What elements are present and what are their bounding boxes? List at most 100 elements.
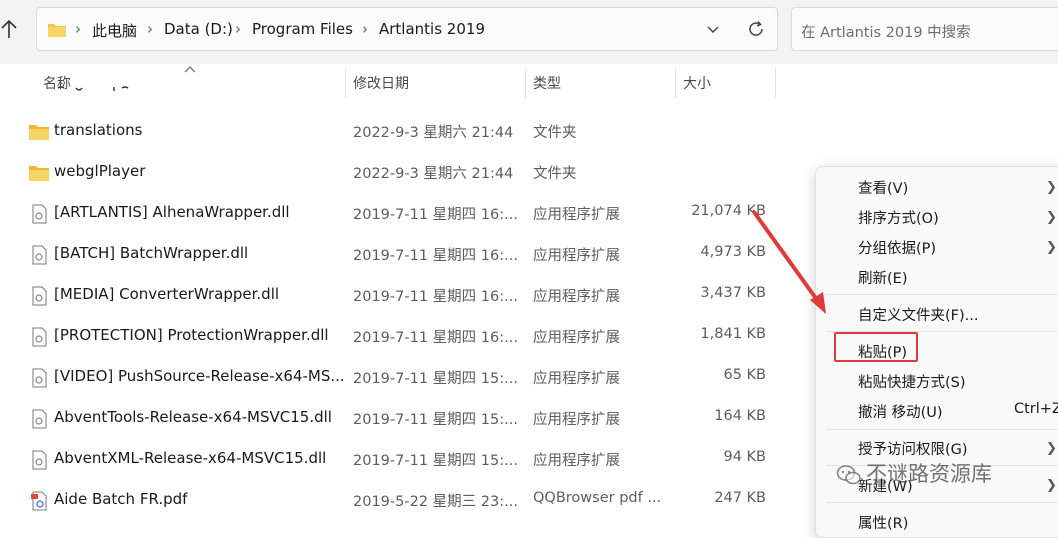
column-divider[interactable] bbox=[675, 68, 676, 98]
file-type: 文件夹 bbox=[533, 125, 577, 141]
file-size: 65 KB bbox=[723, 367, 766, 383]
file-name: translations bbox=[54, 121, 143, 139]
folder-icon bbox=[29, 166, 49, 181]
menu-separator bbox=[826, 429, 1058, 430]
dll-file-icon bbox=[32, 368, 47, 388]
menu-item-label: 粘贴快捷方式(S) bbox=[858, 375, 966, 391]
dll-file-icon bbox=[32, 245, 47, 265]
chevron-right-icon: ❯ bbox=[1046, 478, 1057, 493]
file-type: 文件夹 bbox=[533, 166, 577, 182]
file-row[interactable]: [BATCH] BatchWrapper.dll 2019-7-11 星期四 1… bbox=[0, 234, 800, 275]
menu-item-undo-move[interactable]: 撤消 移动(U) Ctrl+Z bbox=[816, 396, 1058, 426]
file-date: 2019-7-11 星期四 15:... bbox=[353, 371, 518, 387]
menu-item-customize-folder[interactable]: 自定义文件夹(F)... bbox=[816, 299, 1058, 329]
file-date: 2019-7-11 星期四 15:... bbox=[353, 453, 518, 469]
file-row[interactable]: [VIDEO] PushSource-Release-x64-MS... 201… bbox=[0, 357, 800, 398]
chevron-right-icon: ❯ bbox=[1046, 441, 1057, 456]
menu-item-paste-shortcut[interactable]: 粘贴快捷方式(S) bbox=[816, 366, 1058, 396]
scrolled-row-fragment bbox=[57, 86, 129, 91]
menu-item-label: 排序方式(O) bbox=[858, 211, 939, 227]
refresh-icon[interactable] bbox=[746, 19, 766, 39]
file-size: 94 KB bbox=[723, 449, 766, 465]
column-divider[interactable] bbox=[345, 68, 346, 98]
search-input[interactable]: 在 Artlantis 2019 中搜索 bbox=[791, 7, 1058, 51]
wechat-icon bbox=[836, 465, 861, 485]
file-size: 247 KB bbox=[714, 490, 766, 506]
navigation-bar: › 此电脑 › Data (D:) › Program Files › Artl… bbox=[0, 0, 1058, 64]
file-row[interactable]: Aide Batch FR.pdf 2019-5-22 星期三 23:... Q… bbox=[0, 480, 800, 521]
menu-item-group-by[interactable]: 分组依据(P) ❯ bbox=[816, 232, 1058, 262]
file-name: AbventTools-Release-x64-MSVC15.dll bbox=[54, 408, 332, 426]
file-name: webglPlayer bbox=[54, 162, 146, 180]
file-name: Aide Batch FR.pdf bbox=[54, 490, 188, 508]
watermark: 不谜路资源库 bbox=[836, 458, 1036, 494]
dll-file-icon bbox=[32, 286, 47, 306]
menu-item-view[interactable]: 查看(V) ❯ bbox=[816, 172, 1058, 202]
menu-item-label: 刷新(E) bbox=[858, 271, 908, 287]
up-arrow-icon[interactable] bbox=[0, 18, 18, 40]
file-name: [VIDEO] PushSource-Release-x64-MS... bbox=[54, 367, 345, 385]
column-divider[interactable] bbox=[525, 68, 526, 98]
file-date: 2022-9-3 星期六 21:44 bbox=[353, 125, 514, 141]
breadcrumb-this-pc[interactable]: 此电脑 bbox=[92, 20, 137, 41]
column-size[interactable]: 大小 bbox=[683, 73, 711, 93]
folder-icon bbox=[29, 125, 49, 140]
file-type: 应用程序扩展 bbox=[533, 371, 620, 387]
file-date: 2019-5-22 星期三 23:... bbox=[353, 494, 518, 510]
breadcrumb-program-files[interactable]: Program Files bbox=[252, 20, 353, 38]
file-date: 2019-7-11 星期四 16:... bbox=[353, 248, 518, 264]
file-type: 应用程序扩展 bbox=[533, 207, 620, 223]
file-type: 应用程序扩展 bbox=[533, 412, 620, 428]
file-type: 应用程序扩展 bbox=[533, 330, 620, 346]
file-name: [ARTLANTIS] AlhenaWrapper.dll bbox=[54, 203, 290, 221]
breadcrumb-data-drive[interactable]: Data (D:) bbox=[164, 20, 233, 38]
chevron-right-icon[interactable]: › bbox=[147, 20, 153, 38]
dll-file-icon bbox=[32, 204, 47, 224]
chevron-right-icon: ❯ bbox=[1046, 240, 1057, 255]
pdf-file-icon bbox=[31, 491, 47, 511]
dll-file-icon bbox=[32, 327, 47, 347]
menu-separator bbox=[826, 294, 1058, 295]
file-date: 2019-7-11 星期四 16:... bbox=[353, 330, 518, 346]
file-name: [BATCH] BatchWrapper.dll bbox=[54, 244, 249, 262]
address-bar[interactable]: › 此电脑 › Data (D:) › Program Files › Artl… bbox=[36, 7, 778, 51]
file-row[interactable]: webglPlayer 2022-9-3 星期六 21:44 文件夹 bbox=[0, 152, 800, 193]
file-row[interactable]: [MEDIA] ConverterWrapper.dll 2019-7-11 星… bbox=[0, 275, 800, 316]
menu-item-label: 分组依据(P) bbox=[858, 241, 937, 257]
chevron-right-icon[interactable]: › bbox=[75, 20, 81, 38]
chevron-right-icon[interactable]: › bbox=[362, 20, 368, 38]
file-type: QQBrowser pdf ... bbox=[533, 490, 662, 506]
chevron-right-icon[interactable]: › bbox=[235, 20, 241, 38]
file-size: 1,841 KB bbox=[700, 326, 766, 342]
file-row[interactable]: [ARTLANTIS] AlhenaWrapper.dll 2019-7-11 … bbox=[0, 193, 800, 234]
menu-item-refresh[interactable]: 刷新(E) bbox=[816, 262, 1058, 292]
menu-item-label: 属性(R) bbox=[858, 516, 909, 532]
breadcrumb-artlantis-2019[interactable]: Artlantis 2019 bbox=[379, 20, 485, 38]
menu-item-properties[interactable]: 属性(R) bbox=[816, 507, 1058, 537]
file-row[interactable]: translations 2022-9-3 星期六 21:44 文件夹 bbox=[0, 111, 800, 152]
file-name: AbventXML-Release-x64-MSVC15.dll bbox=[54, 449, 327, 467]
column-date[interactable]: 修改日期 bbox=[353, 73, 409, 93]
menu-item-sort-by[interactable]: 排序方式(O) ❯ bbox=[816, 202, 1058, 232]
file-date: 2019-7-11 星期四 15:... bbox=[353, 412, 518, 428]
column-header: 名称 修改日期 类型 大小 bbox=[0, 64, 1058, 100]
annotation-arrow-icon bbox=[752, 210, 826, 314]
menu-separator bbox=[826, 502, 1058, 503]
menu-item-label: 查看(V) bbox=[858, 181, 909, 197]
watermark-text: 不谜路资源库 bbox=[866, 462, 992, 486]
file-size: 164 KB bbox=[714, 408, 766, 424]
chevron-right-icon: ❯ bbox=[1046, 210, 1057, 225]
file-row[interactable]: AbventXML-Release-x64-MSVC15.dll 2019-7-… bbox=[0, 439, 800, 480]
sort-ascending-icon bbox=[184, 66, 196, 73]
file-row[interactable]: AbventTools-Release-x64-MSVC15.dll 2019-… bbox=[0, 398, 800, 439]
chevron-right-icon: ❯ bbox=[1046, 180, 1057, 195]
file-date: 2019-7-11 星期四 16:... bbox=[353, 207, 518, 223]
folder-icon bbox=[48, 24, 66, 37]
column-type[interactable]: 类型 bbox=[533, 73, 561, 93]
chevron-down-icon[interactable] bbox=[705, 21, 721, 37]
file-date: 2022-9-3 星期六 21:44 bbox=[353, 166, 514, 182]
search-placeholder: 在 Artlantis 2019 中搜索 bbox=[801, 25, 971, 41]
file-type: 应用程序扩展 bbox=[533, 289, 620, 305]
file-row[interactable]: [PROTECTION] ProtectionWrapper.dll 2019-… bbox=[0, 316, 800, 357]
column-divider[interactable] bbox=[775, 68, 776, 98]
